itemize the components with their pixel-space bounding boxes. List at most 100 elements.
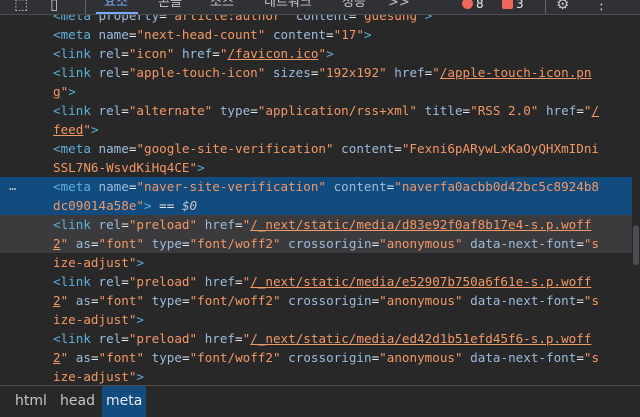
attribute-link[interactable]: /_next/static/media/d83e92f0af8b17e4-s.p… xyxy=(250,217,591,232)
attribute-name: content xyxy=(295,15,349,23)
punctuation: = xyxy=(121,65,129,80)
dom-node-line[interactable]: <link rel="apple-touch-icon" sizes="192x… xyxy=(0,63,640,82)
tag-token: <link xyxy=(53,103,99,118)
toolbar-separator xyxy=(85,0,86,14)
tag-token: <link xyxy=(53,274,99,289)
attribute-name: as xyxy=(75,236,91,251)
attribute-value: "application/rss+xml" xyxy=(257,103,418,118)
elements-dom-tree[interactable]: <meta property="article:author" content=… xyxy=(0,15,640,385)
error-count-badge[interactable]: 8 xyxy=(462,0,484,13)
punctuation xyxy=(197,274,205,289)
dom-node-line-continuation[interactable]: ize-adjust"> xyxy=(0,310,640,329)
punctuation: = xyxy=(235,217,243,232)
attribute-link[interactable]: / xyxy=(592,103,600,118)
dom-node-line[interactable]: <meta property="article:author" content=… xyxy=(0,15,640,25)
attribute-value: "s xyxy=(583,236,600,251)
attribute-value: "icon" xyxy=(128,46,175,61)
attribute-value: "font" xyxy=(98,293,145,308)
attribute-link[interactable]: /_next/static/media/e52907b750a6f61e-s.p… xyxy=(250,274,591,289)
punctuation xyxy=(288,15,296,23)
punctuation xyxy=(68,293,76,308)
dom-node-line-continuation[interactable]: feed"> xyxy=(0,120,640,139)
tab-sources[interactable]: 소스 xyxy=(210,0,234,12)
settings-gear-icon[interactable]: ⚙ xyxy=(556,0,569,13)
attribute-name: data-next-font xyxy=(470,236,577,251)
active-tab-indicator xyxy=(96,12,138,14)
breadcrumb-html[interactable]: html xyxy=(11,386,51,417)
tag-token: > xyxy=(363,27,372,42)
dom-node-line-continuation[interactable]: ize-adjust"> xyxy=(0,253,640,272)
attribute-value: "192x192" xyxy=(318,65,387,80)
attribute-name: type xyxy=(151,236,182,251)
punctuation: = xyxy=(90,350,99,365)
tab-network[interactable]: 네트워크 xyxy=(264,0,312,12)
attribute-name: crossorigin xyxy=(288,350,372,365)
inspect-element-icon[interactable]: ⬚ xyxy=(14,0,28,13)
attribute-name: content xyxy=(333,179,387,194)
punctuation xyxy=(144,350,152,365)
attribute-link[interactable]: 2 xyxy=(53,236,61,251)
more-tabs-button[interactable]: >> xyxy=(388,0,410,12)
attribute-name: sizes xyxy=(272,65,311,80)
attribute-name: type xyxy=(219,103,251,118)
attribute-name: rel xyxy=(98,46,122,61)
dom-node-line[interactable]: <link rel="alternate" type="application/… xyxy=(0,101,640,120)
punctuation: = xyxy=(576,293,584,308)
attribute-name: name xyxy=(98,27,129,42)
tag-token: > xyxy=(144,198,152,213)
attribute-name: href xyxy=(204,217,236,232)
attribute-value: "font" xyxy=(98,350,145,365)
dom-node-line[interactable]: <meta name="next-head-count" content="17… xyxy=(0,25,640,44)
attribute-link[interactable]: g xyxy=(53,84,61,99)
dom-node-line-continuation[interactable]: ize-adjust"> xyxy=(0,367,640,385)
scrollbar-thumb[interactable] xyxy=(633,225,639,265)
attribute-link[interactable]: /_next/static/media/ed42d1b51efd45f6-s.p… xyxy=(250,331,591,346)
breadcrumb-head[interactable]: head xyxy=(56,386,99,417)
punctuation: = xyxy=(576,236,584,251)
attribute-name: rel xyxy=(98,103,122,118)
dom-node-line-continuation[interactable]: SSL7N6-WsvdKiHq4CE"> xyxy=(0,158,640,177)
attribute-value: " xyxy=(318,46,327,61)
attribute-value: "apple-touch-icon" xyxy=(128,65,266,80)
attribute-value: "next-head-count" xyxy=(136,27,266,42)
more-options-icon[interactable]: ⋮ xyxy=(594,0,609,13)
scrollbar-track[interactable] xyxy=(632,15,640,385)
attribute-link[interactable]: 2 xyxy=(53,350,61,365)
dom-node-line-continuation[interactable]: 2" as="font" type="font/woff2" crossorig… xyxy=(0,348,640,367)
dom-node-line[interactable]: <link rel="preload" href="/_next/static/… xyxy=(0,215,640,234)
breadcrumb-meta[interactable]: meta xyxy=(102,386,147,417)
attribute-link[interactable]: /apple-touch-icon.pn xyxy=(440,65,592,80)
punctuation xyxy=(212,103,220,118)
node-actions-ellipsis-icon[interactable]: … xyxy=(9,177,16,196)
device-toggle-icon[interactable]: ▯ xyxy=(50,0,58,13)
attribute-link[interactable]: 2 xyxy=(53,293,61,308)
attribute-value: "RSS 2.0" xyxy=(470,103,539,118)
toolbar-separator-right xyxy=(545,0,546,14)
attribute-name: crossorigin xyxy=(288,293,372,308)
tag-token: <link xyxy=(53,65,99,80)
tag-token: > xyxy=(197,160,205,175)
dom-node-line[interactable]: … <meta name="naver-site-verification" co… xyxy=(0,177,640,196)
tab-console[interactable]: 콘솔 xyxy=(158,0,182,12)
punctuation: = xyxy=(235,274,243,289)
attribute-value: "google-site-verification" xyxy=(136,141,334,156)
tab-performance[interactable]: 성능 xyxy=(342,0,366,12)
attribute-name: data-next-font xyxy=(470,293,577,308)
tab-elements[interactable]: 요소 xyxy=(104,0,128,12)
dom-node-line-continuation[interactable]: g"> xyxy=(0,82,640,101)
punctuation xyxy=(68,350,76,365)
attribute-value: "font/woff2" xyxy=(189,293,281,308)
dom-node-line-continuation[interactable]: 2" as="font" type="font/woff2" crossorig… xyxy=(0,234,640,253)
dom-node-line[interactable]: <meta name = "google-site-verification" co… xyxy=(0,139,640,158)
dom-node-line-continuation[interactable]: dc09014a58e"> == $0 xyxy=(0,196,640,215)
attribute-link[interactable]: /favicon.ico xyxy=(227,46,318,61)
dom-node-line[interactable]: <link rel="icon" href="/favicon.ico"> xyxy=(0,44,640,63)
attribute-name: property xyxy=(98,15,160,23)
tag-token: <link xyxy=(53,331,99,346)
attribute-link[interactable]: feed xyxy=(53,122,83,137)
attribute-value: "anonymous" xyxy=(379,350,463,365)
warning-count-badge[interactable]: 3 xyxy=(502,0,524,13)
dom-node-line[interactable]: <link rel="preload" href="/_next/static/… xyxy=(0,329,640,348)
dom-node-line-continuation[interactable]: 2" as="font" type="font/woff2" crossorig… xyxy=(0,291,640,310)
dom-node-line[interactable]: <link rel="preload" href="/_next/static/… xyxy=(0,272,640,291)
